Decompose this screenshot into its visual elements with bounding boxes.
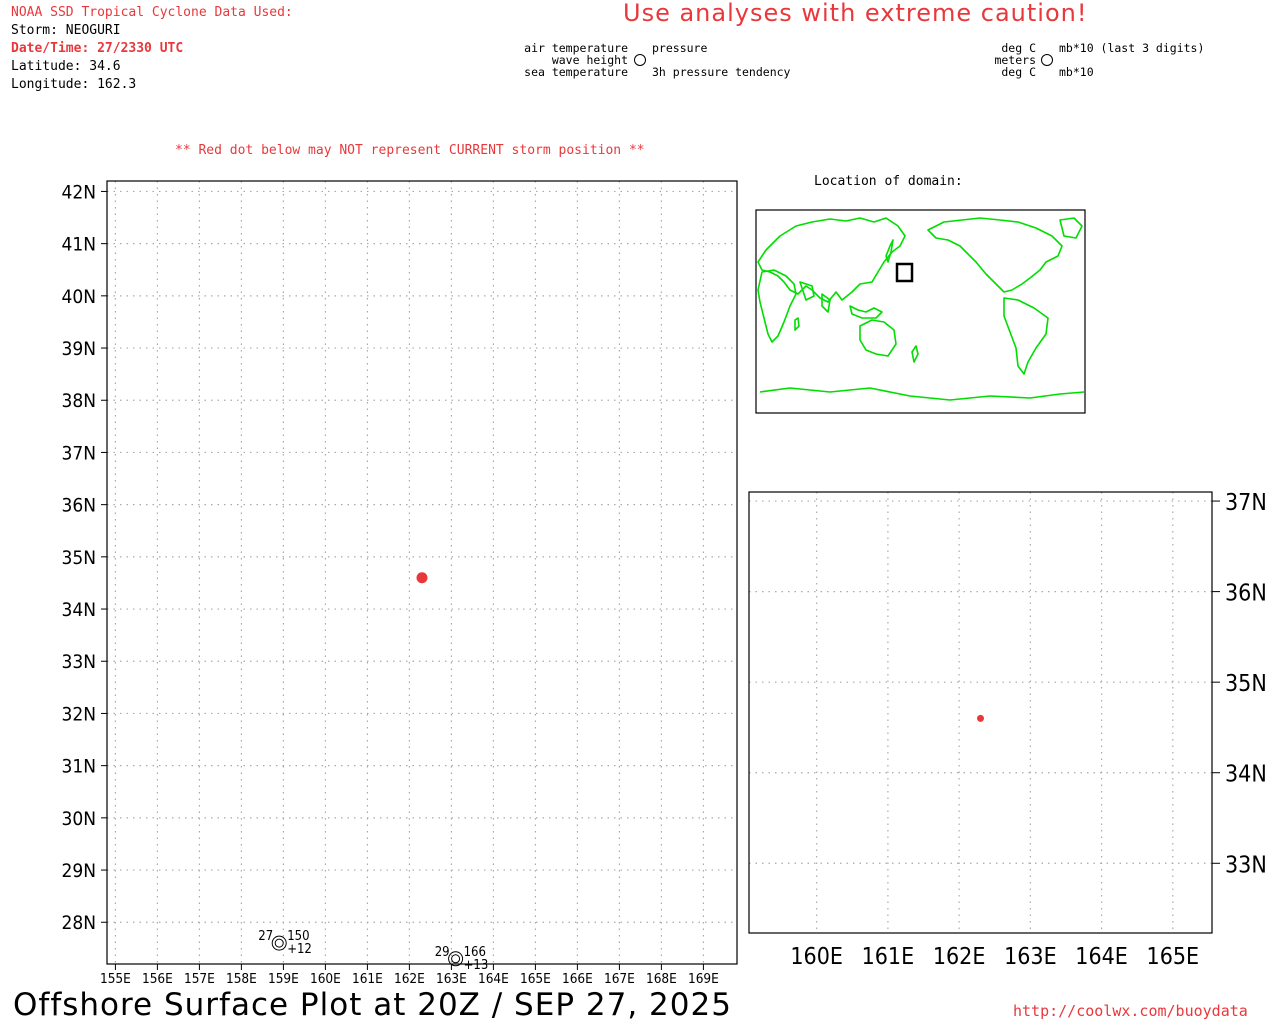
- inset-frame: [755, 209, 1086, 414]
- zoom-map: 160E 161E 162E 163E 164E 165E 37N 36N 35N 34N 33N: [748, 490, 1267, 970]
- zoom-lon-label: 161E: [862, 944, 915, 970]
- main-map: 155E 156E 157E 158E 159E 160E 161E 162E 163E 164E…: [61, 180, 738, 987]
- zoom-storm-position-dot: [977, 714, 984, 722]
- main-lat-label: 41N: [61, 234, 96, 256]
- station-pressure-tendency: +13: [464, 958, 489, 973]
- station-pressure-tendency: +12: [287, 942, 312, 957]
- main-lon-label: 168E: [646, 971, 677, 987]
- main-lon-label: 160E: [310, 971, 341, 987]
- map-canvas: 155E 156E 157E 158E 159E 160E 161E 162E 163E 164E…: [61, 54, 1267, 987]
- zoom-lon-label: 165E: [1147, 944, 1200, 970]
- zoom-lat-label: 36N: [1225, 581, 1267, 607]
- main-lat-label: 32N: [61, 703, 96, 725]
- main-lat-label: 29N: [61, 860, 96, 882]
- main-lat-label: 36N: [61, 495, 96, 517]
- main-lat-label: 40N: [61, 286, 96, 308]
- main-lat-label: 30N: [61, 808, 96, 830]
- zoom-lon-label: 163E: [1004, 944, 1057, 970]
- inset-world-map: [755, 209, 1086, 414]
- main-lon-label: 162E: [394, 971, 425, 987]
- source-url-link[interactable]: http://coolwx.com/buoydata: [1013, 1002, 1248, 1020]
- main-lat-label: 33N: [61, 651, 96, 673]
- station-air-temp: 27: [258, 929, 273, 944]
- main-lat-label: 37N: [61, 442, 96, 464]
- zoom-lat-label: 34N: [1225, 762, 1267, 788]
- legend-station-circle-right: [1041, 54, 1053, 66]
- main-lon-label: 166E: [562, 971, 593, 987]
- zoom-lon-label: 164E: [1075, 944, 1128, 970]
- zoom-lat-label: 33N: [1225, 852, 1267, 878]
- storm-position-dot: [416, 572, 428, 584]
- main-lon-label: 155E: [100, 971, 131, 987]
- zoom-lon-label: 160E: [790, 944, 843, 970]
- main-lat-label: 34N: [61, 599, 96, 621]
- main-lat-label: 42N: [61, 181, 96, 203]
- main-lon-label: 157E: [184, 971, 215, 987]
- zoom-lat-label: 35N: [1225, 671, 1267, 697]
- station-outer-circle: [271, 935, 287, 951]
- station-inner-circle: [274, 938, 284, 948]
- main-lat-label: 39N: [61, 338, 96, 360]
- main-lon-label: 156E: [142, 971, 173, 987]
- main-lon-label: 161E: [352, 971, 383, 987]
- zoom-lon-label: 162E: [933, 944, 986, 970]
- main-lon-label: 164E: [478, 971, 509, 987]
- zoom-map-frame: [748, 491, 1213, 934]
- zoom-lat-label: 37N: [1225, 490, 1267, 516]
- main-lat-label: 38N: [61, 390, 96, 412]
- main-lat-label: 35N: [61, 547, 96, 569]
- main-lon-label: 158E: [226, 971, 257, 987]
- main-lon-label: 163E: [436, 971, 467, 987]
- main-lat-label: 31N: [61, 756, 96, 778]
- main-lon-label: 159E: [268, 971, 299, 987]
- plot-title: Offshore Surface Plot at 20Z / SEP 27, 2…: [13, 987, 732, 1023]
- legend-station-circle-left: [634, 54, 646, 66]
- station-inner-circle: [451, 954, 461, 964]
- main-lon-label: 169E: [688, 971, 719, 987]
- main-lon-label: 167E: [604, 971, 635, 987]
- station-air-temp: 29: [435, 945, 450, 960]
- main-lon-label: 165E: [520, 971, 551, 987]
- main-lat-label: 28N: [61, 912, 96, 934]
